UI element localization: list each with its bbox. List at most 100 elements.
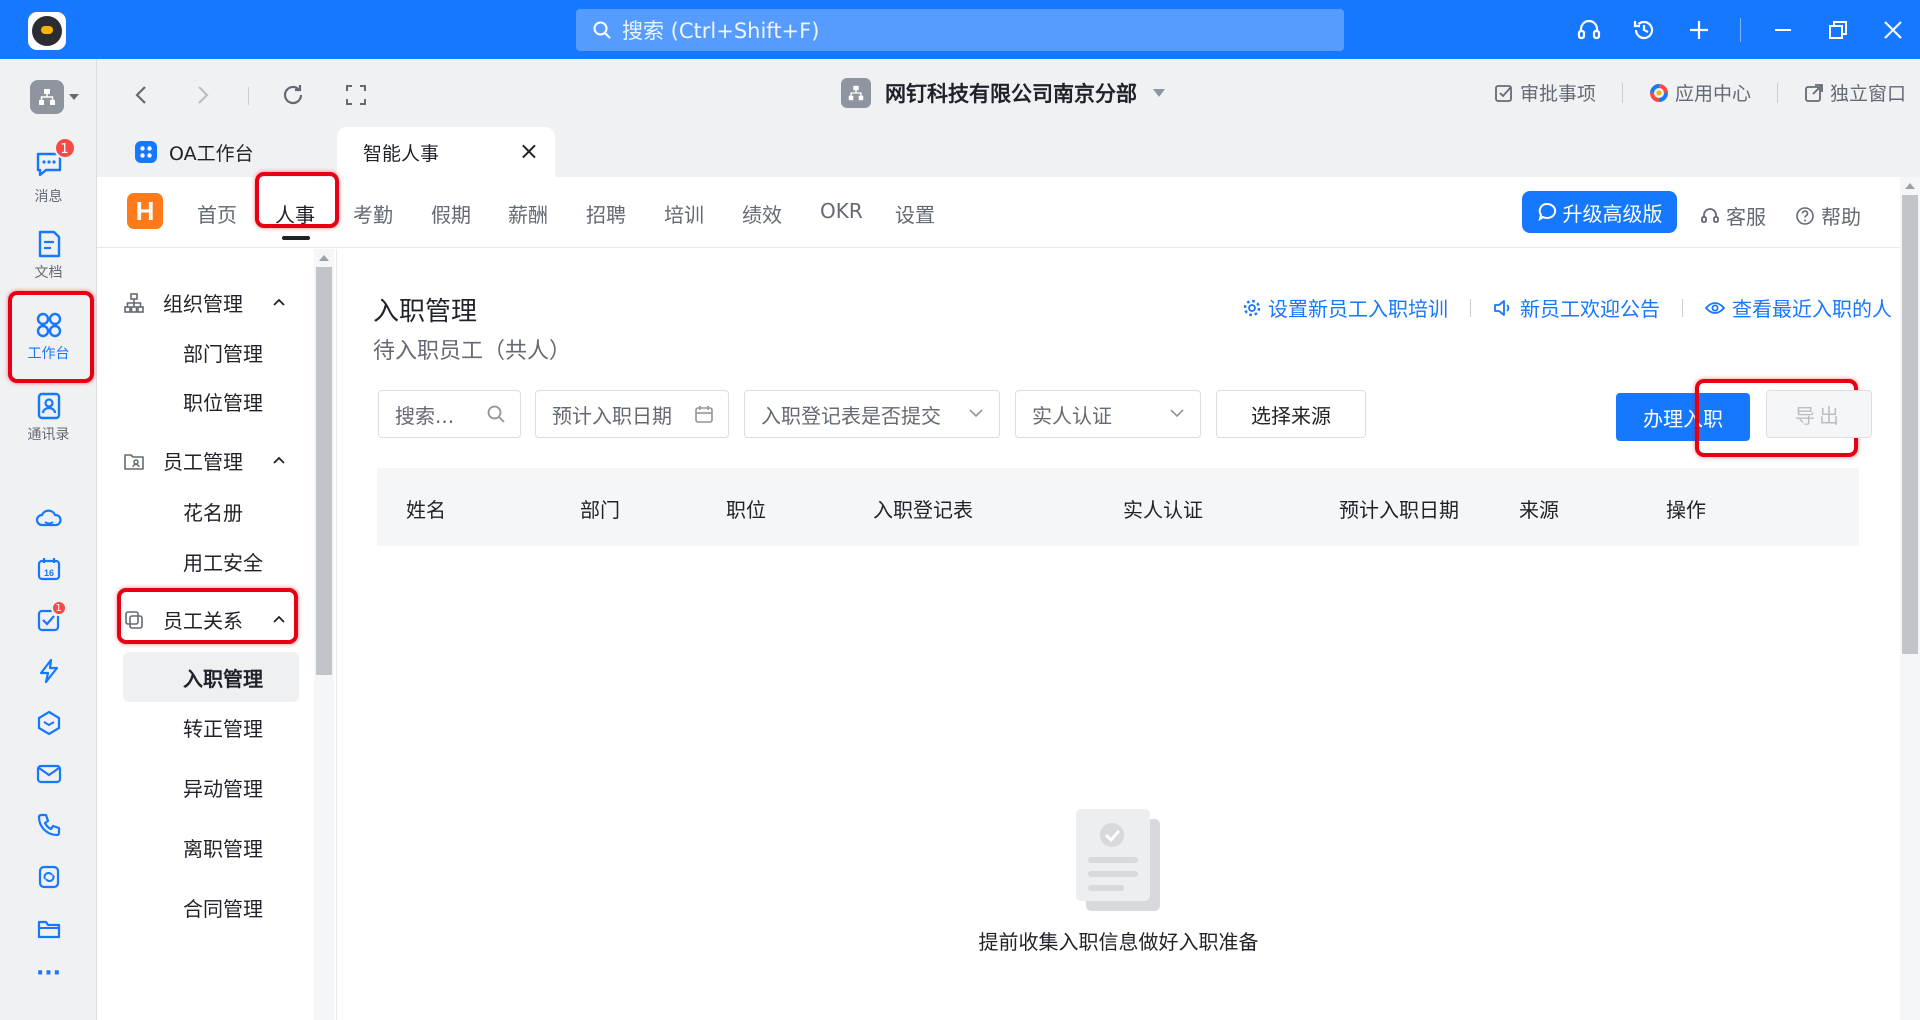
upgrade-button[interactable]: 升级高级版 — [1522, 191, 1677, 233]
caret-down-icon — [69, 94, 79, 100]
menu-item-performance[interactable]: 绩效 — [742, 199, 782, 228]
customer-service-link[interactable]: 客服 — [1700, 201, 1766, 230]
menu-item-payroll[interactable]: 薪酬 — [508, 199, 548, 228]
app-logo[interactable] — [28, 12, 66, 50]
menu-item-transfers[interactable]: 异动管理 — [123, 762, 299, 812]
chevron-down-icon — [969, 409, 983, 418]
menu-item-roster[interactable]: 花名册 — [123, 486, 299, 536]
menu-group-employees[interactable]: 员工管理 — [97, 440, 319, 480]
fullscreen-icon — [346, 85, 366, 105]
standalone-window-link[interactable]: 独立窗口 — [1804, 79, 1906, 106]
menu-item-contracts[interactable]: 合同管理 — [123, 882, 299, 932]
menu-item-positions[interactable]: 职位管理 — [123, 376, 299, 426]
left-rail: 1 消息 文档 工作台 通讯录 16 1 ··· — [0, 59, 97, 1020]
chevron-up-icon — [273, 298, 285, 306]
rail-item-workbench[interactable]: 工作台 — [0, 310, 97, 363]
scrollbar-thumb[interactable] — [1902, 195, 1918, 654]
menu-item-leave[interactable]: 假期 — [431, 199, 471, 228]
headset-icon[interactable] — [1561, 0, 1616, 59]
column-header-name[interactable]: 姓名 — [406, 494, 446, 523]
tab-smart-hr[interactable]: 智能人事 × — [337, 127, 555, 177]
fullscreen-button[interactable] — [342, 81, 370, 109]
column-header-position[interactable]: 职位 — [726, 494, 766, 523]
org-chart-icon — [124, 293, 144, 313]
rail-item-flash[interactable] — [0, 657, 97, 685]
column-header-real-name-auth[interactable]: 实人认证 — [1123, 494, 1203, 523]
expected-date-picker[interactable]: 预计入职日期 — [535, 390, 729, 438]
hr-brand-logo: H — [127, 193, 163, 229]
rail-item-contacts[interactable]: 通讯录 — [0, 391, 97, 444]
tab-close-icon[interactable]: × — [519, 137, 539, 165]
rail-item-folder[interactable] — [0, 914, 97, 942]
rail-item-mail[interactable] — [0, 760, 97, 788]
app-center-link[interactable]: 应用中心 — [1649, 79, 1751, 106]
rail-item-docs[interactable]: 文档 — [0, 229, 97, 282]
hr-top-nav: H 首页 人事 考勤 假期 薪酬 招聘 培训 绩效 OKR 设置 升级高级版 客… — [97, 172, 1900, 248]
org-icon — [841, 78, 871, 108]
scrollbar-thumb[interactable] — [316, 267, 332, 675]
real-name-auth-select[interactable]: 实人认证 — [1015, 390, 1201, 438]
rail-item-messages[interactable]: 1 消息 — [0, 137, 97, 206]
recent-hires-link[interactable]: 查看最近入职的人 — [1705, 293, 1892, 322]
folder-icon — [37, 920, 60, 939]
rail-label: 通讯录 — [27, 427, 70, 443]
menu-item-personnel[interactable]: 人事 — [275, 199, 315, 228]
customer-service-label: 客服 — [1726, 205, 1766, 229]
rail-item-sync[interactable] — [0, 863, 97, 891]
approvals-link[interactable]: 审批事项 — [1494, 79, 1596, 106]
org-selector[interactable]: 网钉科技有限公司南京分部 — [841, 78, 1165, 108]
forward-button[interactable] — [189, 81, 217, 109]
form-submitted-select[interactable]: 入职登记表是否提交 — [744, 390, 1000, 438]
plus-icon[interactable] — [1671, 0, 1726, 59]
column-header-expected-date[interactable]: 预计入职日期 — [1339, 494, 1459, 523]
column-header-registration-form[interactable]: 入职登记表 — [873, 494, 973, 523]
process-onboarding-button[interactable]: 办理入职 — [1616, 393, 1750, 441]
rail-more-button[interactable]: ··· — [0, 961, 97, 986]
menu-group-organization[interactable]: 组织管理 — [97, 282, 319, 322]
menu-item-work-safety[interactable]: 用工安全 — [123, 536, 299, 586]
global-search-input[interactable]: 搜索 (Ctrl+Shift+F) — [576, 9, 1344, 51]
search-placeholder: 搜索... — [395, 403, 455, 428]
scroll-up-icon[interactable] — [1905, 183, 1915, 189]
main-scrollbar[interactable] — [1900, 177, 1920, 1020]
chevron-up-icon — [273, 615, 285, 623]
menu-item-okr[interactable]: OKR — [820, 199, 863, 223]
rail-item-phone[interactable] — [0, 811, 97, 839]
column-header-department[interactable]: 部门 — [580, 494, 620, 523]
menu-item-offboarding[interactable]: 离职管理 — [123, 822, 299, 872]
rail-item-todo[interactable]: 1 — [0, 600, 97, 638]
export-button[interactable]: 导出 — [1766, 390, 1872, 438]
menu-item-attendance[interactable]: 考勤 — [353, 199, 393, 228]
minimize-icon[interactable] — [1755, 0, 1810, 59]
scroll-up-icon[interactable] — [319, 255, 329, 261]
restore-icon[interactable] — [1810, 0, 1865, 59]
refresh-button[interactable] — [279, 81, 307, 109]
app-center-icon — [1649, 83, 1668, 102]
menu-item-home[interactable]: 首页 — [197, 199, 237, 228]
close-icon[interactable] — [1865, 0, 1920, 59]
menu-item-regularization[interactable]: 转正管理 — [123, 702, 299, 752]
menu-item-recruiting[interactable]: 招聘 — [586, 199, 626, 228]
select-source-button[interactable]: 选择来源 — [1216, 390, 1366, 438]
tab-oa-workbench[interactable]: OA工作台 — [135, 127, 335, 177]
real-name-auth-placeholder: 实人认证 — [1032, 403, 1112, 428]
rail-item-calendar[interactable]: 16 — [0, 555, 97, 583]
menu-item-training[interactable]: 培训 — [664, 199, 704, 228]
org-switcher[interactable] — [30, 79, 82, 115]
search-input[interactable]: 搜索... — [378, 390, 521, 438]
back-button[interactable] — [127, 81, 155, 109]
column-header-source[interactable]: 来源 — [1519, 494, 1559, 523]
column-header-actions[interactable]: 操作 — [1666, 494, 1706, 523]
menu-item-settings[interactable]: 设置 — [895, 199, 935, 228]
search-icon — [593, 21, 611, 39]
welcome-notice-link[interactable]: 新员工欢迎公告 — [1493, 293, 1660, 322]
help-link[interactable]: 帮助 — [1795, 201, 1861, 230]
menu-item-onboarding[interactable]: 入职管理 — [123, 652, 299, 702]
menu-group-relations[interactable]: 员工关系 — [97, 599, 319, 639]
training-settings-link[interactable]: 设置新员工入职培训 — [1243, 293, 1448, 322]
history-icon[interactable] — [1616, 0, 1671, 59]
side-menu-scrollbar[interactable] — [314, 249, 334, 1020]
menu-item-departments[interactable]: 部门管理 — [123, 327, 299, 377]
rail-item-cloud[interactable] — [0, 505, 97, 533]
rail-item-box[interactable] — [0, 709, 97, 737]
